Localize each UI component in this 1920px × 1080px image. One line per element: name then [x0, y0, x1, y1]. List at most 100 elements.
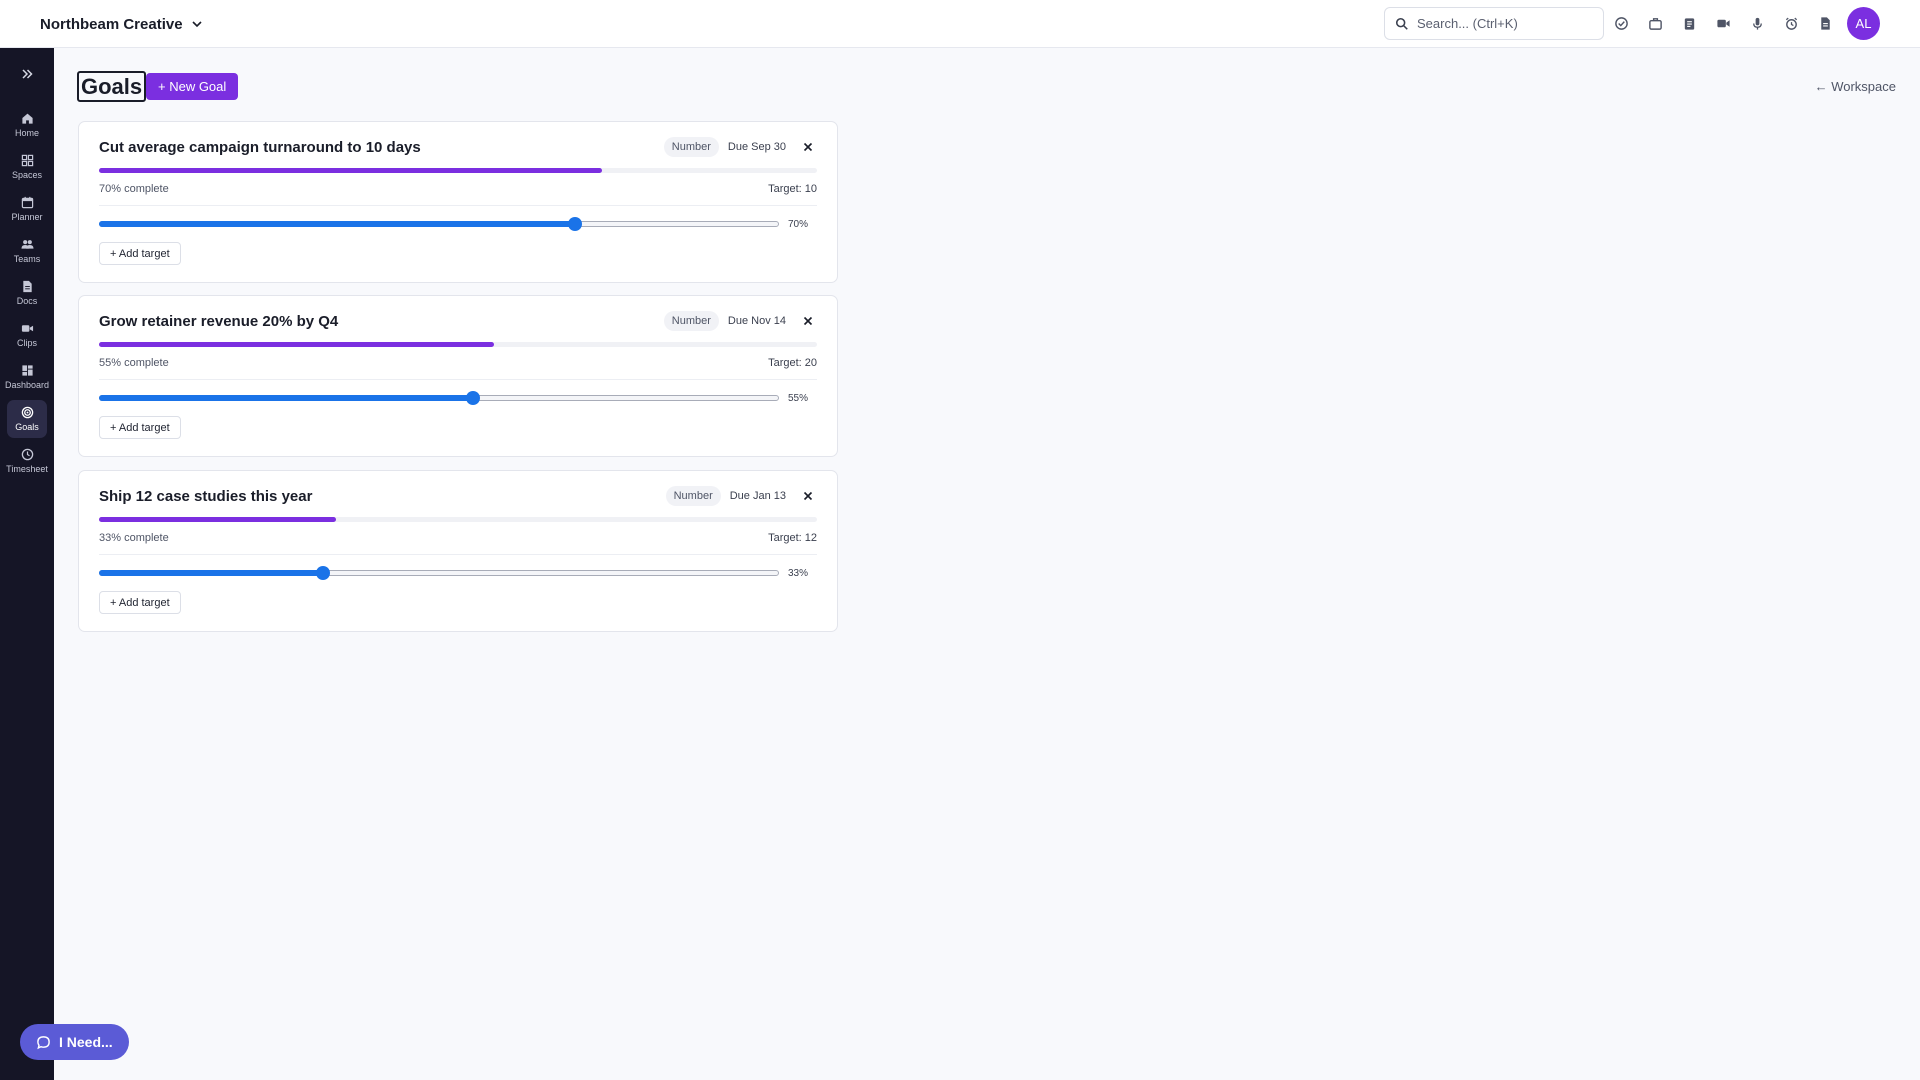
goal-type-badge: Number — [663, 311, 719, 331]
goal-progress-fill — [99, 517, 336, 522]
sidebar-item-teams[interactable]: Teams — [7, 232, 47, 270]
alarm-icon[interactable] — [1780, 12, 1802, 34]
dashboard-icon — [21, 365, 33, 376]
goal-percent-complete: 33% complete — [99, 532, 169, 544]
goal-progress-fill — [99, 168, 602, 173]
goal-progress-slider[interactable] — [99, 565, 779, 581]
goal-due-date: Due Nov 14 — [727, 315, 786, 327]
target-icon — [21, 406, 33, 419]
remove-goal-button[interactable] — [799, 312, 817, 330]
goal-progress-bar — [99, 168, 817, 173]
sidebar-item-label: Goals — [15, 422, 39, 432]
goal-due-date: Due Jan 13 — [729, 490, 786, 502]
goal-progress-slider[interactable] — [99, 390, 779, 406]
sidebar-item-label: Timesheet — [6, 464, 48, 474]
sidebar-item-home[interactable]: Home — [7, 106, 47, 144]
main-content: Goals + New Goal ← Workspace Cut average… — [54, 48, 1920, 1080]
sidebar-item-label: Planner — [11, 212, 43, 222]
home-icon — [21, 113, 33, 124]
briefcase-icon[interactable] — [1644, 12, 1666, 34]
avatar[interactable]: AL — [1847, 7, 1880, 40]
sidebar-item-timesheet[interactable]: Timesheet — [6, 442, 48, 480]
people-icon — [20, 240, 34, 249]
calendar-icon — [21, 196, 33, 209]
divider — [99, 554, 817, 555]
sidebar-item-spaces[interactable]: Spaces — [7, 148, 47, 186]
page-title: Goals — [77, 71, 147, 102]
sidebar-item-clips[interactable]: Clips — [7, 316, 47, 354]
remove-goal-button[interactable] — [799, 487, 817, 505]
slider-thumb[interactable] — [316, 566, 331, 580]
search-input[interactable] — [1417, 16, 1587, 31]
goal-type-badge: Number — [663, 137, 719, 157]
close-icon — [803, 491, 813, 501]
chevron-down-icon — [191, 21, 202, 28]
goal-title: Cut average campaign turnaround to 10 da… — [99, 139, 421, 156]
sidebar-item-goals[interactable]: Goals — [7, 400, 47, 438]
sidebar: Home Spaces Planner Teams Docs Clips Das… — [0, 48, 54, 1080]
sidebar-item-label: Docs — [16, 296, 38, 306]
slider-fill — [99, 395, 473, 401]
back-to-workspace-link[interactable]: ← Workspace — [1815, 79, 1896, 94]
sidebar-item-planner[interactable]: Planner — [7, 190, 47, 228]
close-icon — [803, 316, 813, 326]
add-target-button[interactable]: + Add target — [99, 242, 181, 265]
clock-icon — [21, 448, 33, 461]
goal-target: Target: 10 — [768, 183, 817, 195]
add-target-button[interactable]: + Add target — [99, 591, 181, 614]
sidebar-item-docs[interactable]: Docs — [7, 274, 47, 312]
goal-target: Target: 12 — [768, 532, 817, 544]
toolbar-icons — [1610, 12, 1836, 34]
slider-value: 70% — [788, 219, 809, 230]
clipboard-icon[interactable] — [1678, 12, 1700, 34]
goal-card: Grow retainer revenue 20% by Q4 Number D… — [78, 295, 838, 457]
goal-progress-fill — [99, 342, 494, 347]
goal-target: Target: 20 — [768, 357, 817, 369]
slider-value: 33% — [788, 568, 809, 579]
sidebar-item-label: Clips — [16, 338, 37, 348]
double-chevron-right-icon — [22, 69, 33, 79]
sidebar-item-label: Home — [14, 128, 39, 138]
goal-progress-bar — [99, 342, 817, 347]
slider-fill — [99, 570, 324, 576]
slider-thumb[interactable] — [466, 391, 480, 405]
goal-meta: Number Due Sep 30 — [663, 137, 817, 157]
help-button-label: I Need... — [59, 1034, 113, 1050]
sidebar-nav: Home Spaces Planner Teams Docs Clips Das… — [0, 106, 54, 484]
divider — [99, 205, 817, 206]
workspace-switcher[interactable]: Northbeam Creative — [40, 12, 203, 36]
document-icon[interactable] — [1814, 12, 1836, 34]
goal-percent-complete: 55% complete — [99, 357, 169, 369]
goal-percent-complete: 70% complete — [99, 183, 169, 195]
goal-progress-slider[interactable] — [99, 216, 779, 232]
video-icon — [21, 325, 33, 332]
slider-value: 55% — [788, 393, 809, 404]
check-circle-icon[interactable] — [1610, 12, 1632, 34]
goal-type-badge: Number — [665, 486, 721, 506]
help-chat-button[interactable]: I Need... — [20, 1024, 129, 1060]
slider-thumb[interactable] — [568, 217, 582, 231]
expand-sidebar-button[interactable] — [17, 64, 37, 84]
divider — [99, 379, 817, 380]
sidebar-item-label: Teams — [13, 254, 41, 264]
microphone-icon[interactable] — [1746, 12, 1768, 34]
add-target-button[interactable]: + Add target — [99, 416, 181, 439]
top-bar: Northbeam Creative AL — [0, 0, 1920, 48]
workspace-name: Northbeam Creative — [40, 15, 183, 33]
grid-icon — [21, 154, 33, 167]
goal-card: Cut average campaign turnaround to 10 da… — [78, 121, 838, 283]
goal-meta: Number Due Jan 13 — [665, 486, 817, 506]
new-goal-button[interactable]: + New Goal — [146, 73, 239, 100]
search-box[interactable] — [1384, 7, 1604, 40]
sidebar-item-label: Dashboard — [4, 380, 50, 390]
doc-icon — [22, 280, 32, 293]
goal-card: Ship 12 case studies this year Number Du… — [78, 470, 838, 632]
sidebar-item-dashboard[interactable]: Dashboard — [4, 358, 50, 396]
video-icon[interactable] — [1712, 12, 1734, 34]
search-icon — [1395, 17, 1408, 30]
remove-goal-button[interactable] — [799, 138, 817, 156]
sidebar-item-label: Spaces — [11, 170, 43, 180]
goal-title: Ship 12 case studies this year — [99, 488, 313, 505]
goal-progress-bar — [99, 517, 817, 522]
goal-title: Grow retainer revenue 20% by Q4 — [99, 313, 339, 330]
